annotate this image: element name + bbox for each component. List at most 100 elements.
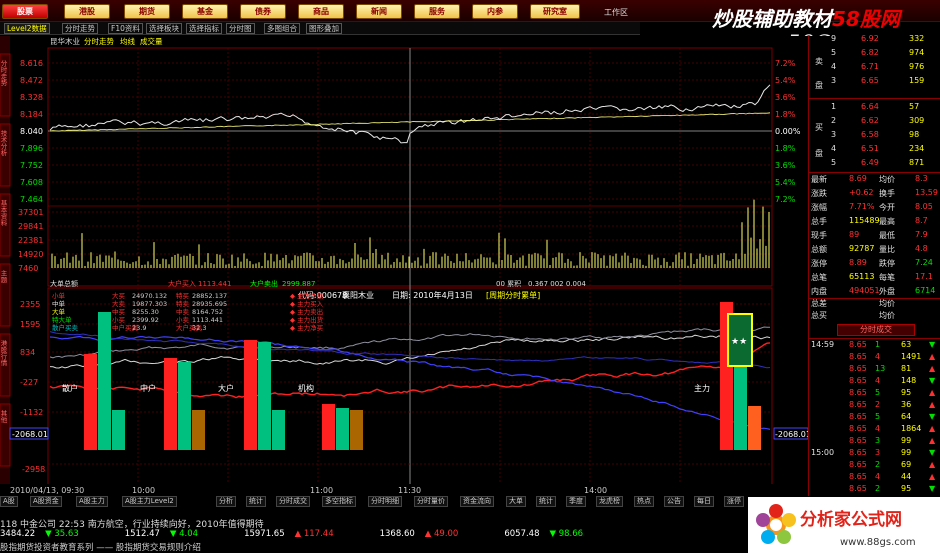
buy-side-label: 盘: [815, 149, 823, 158]
menu-insider[interactable]: 内参: [472, 4, 518, 19]
bottom-tab-10[interactable]: 资金流向: [460, 496, 494, 507]
tab-tick-trades[interactable]: 分时成交: [837, 324, 915, 336]
sell-side-label: 盘: [815, 81, 823, 90]
tick-volume: 64: [901, 412, 912, 421]
tick-price: 8.65: [849, 424, 867, 433]
menu-bonds[interactable]: 债券: [240, 4, 286, 19]
left-tab-label: 港股行情: [0, 339, 7, 368]
stat-label: 涨幅: [811, 203, 827, 212]
bigbuy-label: 大户买入: [168, 279, 196, 288]
stat-value: 6714: [915, 286, 936, 295]
tick-arrow-icon: ▲: [929, 364, 936, 373]
tab-f10[interactable]: F10资料: [108, 23, 143, 34]
tab-select-sector[interactable]: 选择板块: [146, 23, 182, 34]
stat-label: 现手: [811, 231, 827, 240]
bottom-tab-12[interactable]: 统计: [536, 496, 556, 507]
menu-futures[interactable]: 期货: [124, 4, 170, 19]
tick-volume: 44: [901, 472, 912, 481]
quote-row: 内盘 494051 外盘 6714: [809, 286, 940, 298]
quote-row: 盘: [809, 148, 940, 160]
bottom-tab-16[interactable]: 公告: [664, 496, 684, 507]
tab-overlay[interactable]: 图形叠加: [306, 23, 342, 34]
bottom-tab-7[interactable]: 多空指标: [322, 496, 356, 507]
menu-news[interactable]: 新闻: [356, 4, 402, 19]
tick-price: 8.65: [849, 436, 867, 445]
bottom-tab-1[interactable]: A股资金: [30, 496, 62, 507]
stat-value: +0.62: [849, 188, 874, 197]
bigsell-label: 大户卖出: [250, 279, 278, 288]
stat-label: 最低: [879, 231, 895, 240]
menu-funds[interactable]: 基金: [182, 4, 228, 19]
quote-row: 8.65 4 44 ▲: [809, 472, 940, 484]
tick-arrow-icon: ▼: [929, 484, 936, 493]
bottom-tab-11[interactable]: 大单: [506, 496, 526, 507]
index-value: 1512.47: [124, 529, 160, 539]
workspace-label[interactable]: 工作区: [604, 7, 628, 18]
pct-axis-label: 1.8%: [775, 110, 796, 119]
legend-label: 特大单: [52, 315, 72, 324]
tick-count: 13: [875, 364, 886, 373]
legend-label: 大单: [52, 307, 66, 316]
legend-label: 中卖: [176, 307, 190, 316]
tab-intraday[interactable]: 分时走势: [62, 23, 98, 34]
bottom-tab-3[interactable]: A股主力Level2: [122, 496, 177, 507]
tick-price: 8.65: [849, 352, 867, 361]
bottom-tab-5[interactable]: 统计: [246, 496, 266, 507]
bottom-tab-17[interactable]: 每日: [694, 496, 714, 507]
bottom-tab-8[interactable]: 分时明细: [368, 496, 402, 507]
capital-vals: 0.367 002 0.004: [528, 280, 586, 288]
menu-commodities[interactable]: 商品: [298, 4, 344, 19]
mode-text: [周期分时累单]: [486, 290, 540, 300]
intraday-chart[interactable]: 分时走势技术分析基本资料主题港股行情其他 昆华木业 分时走势 均线 成交量 8.…: [0, 36, 808, 496]
volume-axis-label: 14920: [18, 250, 43, 259]
quote-row: 15:00 8.65 3 99 ▼: [809, 448, 940, 460]
site-logo: 分析家公式网 www.88gs.com: [748, 497, 940, 553]
menu-hkstocks[interactable]: 港股: [64, 4, 110, 19]
bottom-tab-13[interactable]: 季度: [566, 496, 586, 507]
legend-label: 小单: [52, 291, 66, 300]
legend-value: 28852.137: [192, 292, 227, 300]
tick-arrow-icon: ▼: [929, 412, 936, 421]
menu-research[interactable]: 研究室: [530, 4, 580, 19]
order-price: 6.64: [861, 102, 879, 111]
tick-price: 8.65: [849, 448, 867, 457]
quote-row: 14:59 8.65 1 63 ▼: [809, 340, 940, 352]
info-ticker[interactable]: 股指期货投资者教育系列 —— 股指期货交易规则介绍: [0, 541, 720, 553]
tick-count: 4: [875, 352, 881, 361]
bottom-tab-6[interactable]: 分时成交: [276, 496, 310, 507]
quote-row: 9 6.92 332: [809, 34, 940, 46]
stat-label: 量比: [879, 245, 895, 254]
bigbuy-value: 1113.441: [198, 280, 231, 288]
bottom-tab-14[interactable]: 龙虎榜: [596, 496, 623, 507]
menu-services[interactable]: 服务: [414, 4, 460, 19]
tick-count: 5: [875, 412, 881, 421]
tab-timeshare[interactable]: 分时图: [226, 23, 255, 34]
tab-level2[interactable]: Level2数据: [4, 23, 50, 34]
capital-header: 大单总额: [50, 279, 78, 288]
quote-row: 8.65 2 36 ▲: [809, 400, 940, 412]
tick-volume: 99: [901, 436, 912, 445]
tick-arrow-icon: ▲: [929, 424, 936, 433]
flow-axis-label: -2958: [22, 465, 45, 474]
bottom-tab-4[interactable]: 分析: [216, 496, 236, 507]
stat-label: 每笔: [879, 273, 895, 282]
tab-multi-chart[interactable]: 多图组合: [264, 23, 300, 34]
stat-value: 8.05: [915, 202, 933, 211]
stat-value: 8.69: [849, 174, 867, 183]
volume-axis-label: 22381: [18, 236, 43, 245]
bottom-tab-9[interactable]: 分时量价: [414, 496, 448, 507]
flow-axis-label: 834: [20, 348, 35, 357]
tick-count: 4: [875, 472, 881, 481]
tick-price: 8.65: [849, 400, 867, 409]
legend-label: 特卖: [176, 299, 190, 308]
stat-label: 外盘: [879, 287, 895, 296]
quote-panel: 9 6.92 332 5 6.82 974 4 6.71 976 3 6.65 159 卖盘 1 6.64 5…: [808, 34, 940, 496]
bottom-tab-18[interactable]: 涨停: [724, 496, 744, 507]
menu-stocks[interactable]: 股票: [2, 4, 48, 19]
bottom-tab-15[interactable]: 热点: [634, 496, 654, 507]
tab-select-indicator[interactable]: 选择指标: [186, 23, 222, 34]
legend-value: 2399.92: [132, 316, 159, 324]
flow-axis-label: 1595: [20, 320, 40, 329]
bottom-tab-2[interactable]: A股主力: [76, 496, 108, 507]
bottom-tab-0[interactable]: A股: [0, 496, 18, 507]
